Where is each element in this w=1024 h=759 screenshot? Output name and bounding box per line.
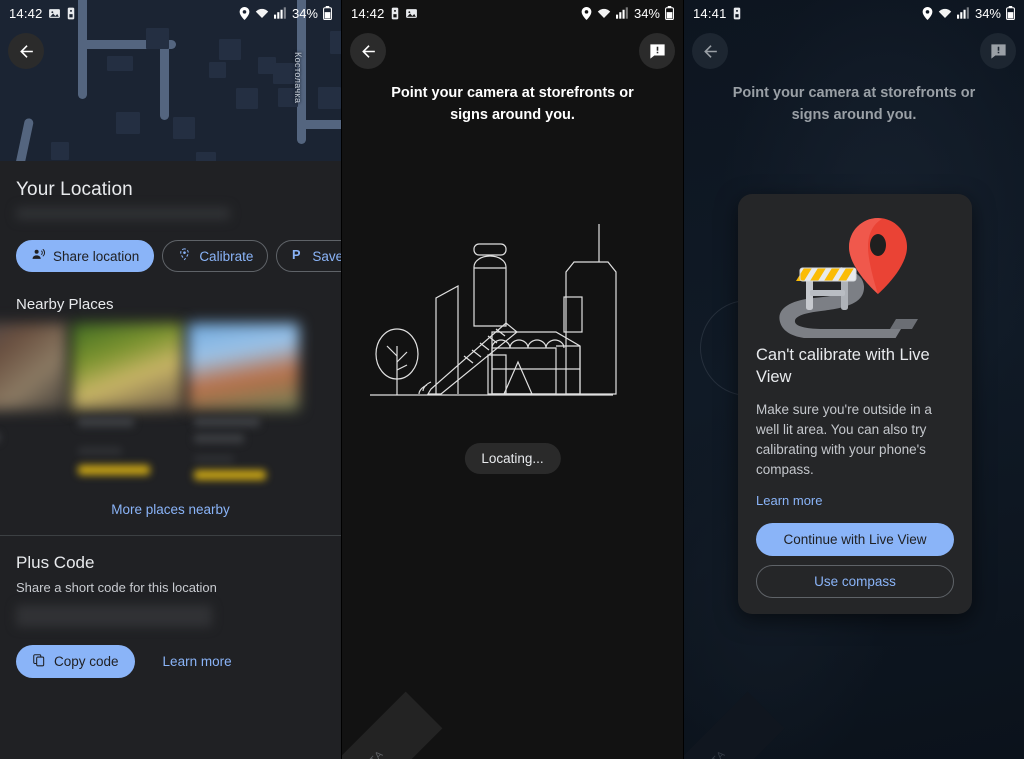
back-button[interactable] [8,33,44,69]
status-bar: 14:42 34% [342,0,683,26]
place-thumbnail [72,323,183,410]
page-title: Your Location [16,179,133,200]
map-road [297,120,341,129]
compass-calibrate-icon [177,247,192,265]
dialog-body: Make sure you're outside in a well lit a… [756,402,932,477]
live-view-hint: Point your camera at storefronts or sign… [732,85,976,123]
screenshot-icon [405,7,418,20]
dialog-title: Can't calibrate with Live View [756,346,930,386]
feedback-button[interactable] [639,33,675,69]
calibrate-button[interactable]: Calibrate [162,240,269,272]
back-arrow-icon [703,44,717,58]
action-chip-row: Share location Calibrate P Save parking [16,240,341,272]
use-compass-button[interactable]: Use compass [756,565,954,598]
wifi-icon [255,7,269,19]
vibrate-icon [390,7,400,20]
dialog-learn-more-link[interactable]: Learn more [756,493,822,508]
save-parking-label: Save parking [312,248,341,264]
status-time: 14:41 [693,5,727,21]
map-road [14,117,35,161]
battery-icon [665,6,674,21]
parking-p-icon: P [291,247,305,265]
copy-code-label: Copy code [54,654,119,669]
calibrate-label: Calibrate [199,248,254,264]
signal-icon [273,7,287,19]
address-redacted [16,207,230,220]
share-person-icon [31,247,46,265]
save-parking-button[interactable]: P Save parking [276,240,341,272]
battery-percent: 34% [291,5,318,21]
place-card[interactable] [72,323,183,480]
wifi-icon [938,7,952,19]
back-button[interactable] [350,33,386,69]
location-pin-icon [239,6,250,20]
panel-calibration-error: 14:41 34% Point your camera at storefron… [683,0,1024,759]
battery-percent: 34% [633,5,660,21]
signal-icon [615,7,629,19]
place-rating-redacted [78,465,150,475]
feedback-speech-bubble-icon [649,43,665,59]
plus-code-subtitle: Share a short code for this location [16,580,217,595]
place-rating-redacted [193,470,266,480]
nearby-places-carousel[interactable] [0,323,341,480]
beta-watermark: BETA [342,691,443,759]
place-thumbnail [187,323,299,410]
svg-text:P: P [292,247,301,262]
nearby-places-heading: Nearby Places [16,296,114,313]
panel-live-view-locating: 14:42 34% Point your camera at storefron… [341,0,683,759]
status-badge: Locating... [464,443,561,474]
location-pin-icon [922,6,933,20]
signal-icon [956,7,970,19]
place-sheet: Your Location Share location Calibrate P… [0,161,341,759]
battery-icon [323,6,332,21]
plus-code-heading: Plus Code [16,553,95,572]
battery-percent: 34% [974,5,1001,21]
share-location-label: Share location [53,248,140,264]
continue-with-live-view-button[interactable]: Continue with Live View [756,523,954,556]
place-card[interactable] [0,323,67,480]
back-arrow-icon [361,44,375,58]
vibrate-icon [66,7,76,20]
feedback-button[interactable] [980,33,1016,69]
status-time: 14:42 [9,5,43,21]
back-button[interactable] [692,33,728,69]
plus-code-value-redacted [16,605,212,627]
wifi-icon [597,7,611,19]
city-storefront-line-art-illustration [342,222,683,407]
map-road [160,42,169,120]
status-time: 14:42 [351,5,385,21]
calibration-error-dialog: Can't calibrate with Live View Make sure… [738,194,972,614]
location-pin-icon [581,6,592,20]
vibrate-icon [732,7,742,20]
plus-code-learn-more-link[interactable]: Learn more [163,654,232,669]
copy-code-button[interactable]: Copy code [16,645,135,678]
more-places-link[interactable]: More places nearby [0,502,341,535]
status-bar: 14:42 34% [0,0,341,26]
battery-icon [1006,6,1015,21]
place-card[interactable] [187,323,299,480]
feedback-speech-bubble-icon [990,43,1006,59]
back-arrow-icon [19,44,33,58]
road-barricade-map-pin-illustration [756,210,954,340]
panel-your-location: Костолачка 14:42 34% Your Location Share… [0,0,341,759]
place-thumbnail [0,323,67,410]
screenshot-icon [48,7,61,20]
map-street-label: Костолачка [293,52,303,104]
screenshot-triptych: Костолачка 14:42 34% Your Location Share… [0,0,1024,759]
share-location-button[interactable]: Share location [16,240,155,272]
status-bar: 14:41 34% [684,0,1024,26]
copy-icon [32,653,46,670]
live-view-hint: Point your camera at storefronts or sign… [391,85,634,123]
